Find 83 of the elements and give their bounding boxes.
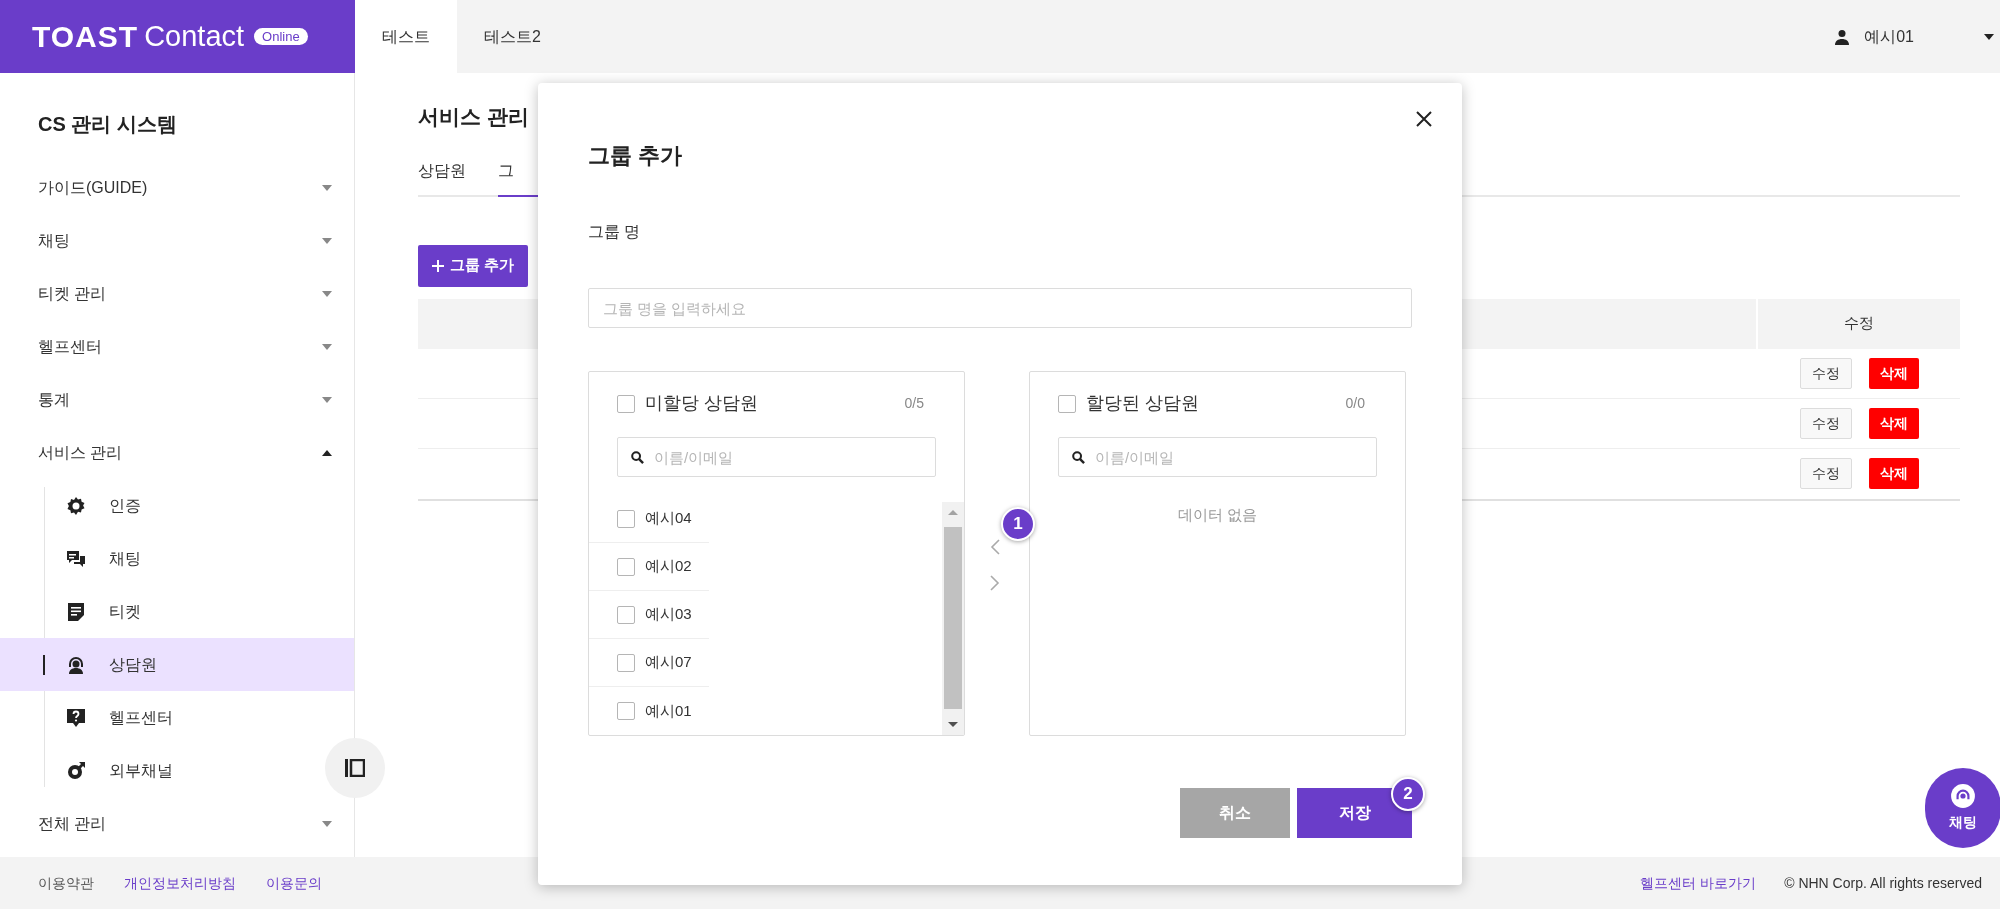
copyright-text: © NHN Corp. All rights reserved	[1784, 873, 1982, 893]
person-icon	[66, 654, 86, 675]
sidebar-title: CS 관리 시스템	[37, 112, 178, 137]
submenu-item[interactable]: 인증	[0, 479, 320, 532]
online-badge: Online	[254, 28, 308, 45]
checkbox[interactable]	[617, 605, 635, 624]
footer-link[interactable]: 개인정보처리방침	[124, 872, 236, 894]
document-icon	[66, 601, 86, 622]
header-tab[interactable]: 테스트	[355, 0, 457, 73]
delete-button[interactable]: 삭제	[1869, 407, 1919, 439]
header-tab[interactable]: 테스트2	[457, 0, 568, 73]
user-name[interactable]: 예시01	[1864, 24, 1914, 49]
logo-product: Contact	[144, 22, 245, 51]
footer-link[interactable]: 이용약관	[38, 872, 94, 894]
sidebar-item[interactable]: 전체 관리	[38, 811, 107, 836]
scrollbar[interactable]	[942, 502, 964, 735]
step-badge: 2	[1391, 777, 1425, 811]
page-title: 서비스 관리	[418, 104, 529, 130]
delete-button[interactable]: 삭제	[1869, 458, 1919, 489]
caret-down-icon[interactable]	[322, 343, 332, 350]
chevron-right-icon[interactable]	[990, 575, 1000, 591]
list-item[interactable]: 예시04	[645, 507, 692, 530]
edit-button[interactable]: 수정	[1800, 458, 1852, 489]
caret-down-icon[interactable]	[322, 184, 332, 191]
chat-bubbles-icon	[66, 548, 86, 569]
list-item[interactable]: 예시01	[645, 699, 692, 723]
edit-button[interactable]: 수정	[1800, 357, 1852, 389]
search-icon	[1072, 451, 1085, 464]
delete-button[interactable]: 삭제	[1869, 357, 1919, 389]
search-field[interactable]: 이름/이메일	[1058, 437, 1377, 477]
checkbox[interactable]	[1058, 394, 1076, 413]
caret-down-icon[interactable]	[322, 290, 332, 297]
headset-icon	[1950, 783, 1976, 809]
chat-button[interactable]: 채팅	[1925, 768, 2000, 848]
panel-title: 할당된 상담원	[1086, 392, 1199, 415]
search-field[interactable]: 이름/이메일	[617, 437, 936, 477]
page-tab[interactable]: 상담원	[418, 152, 466, 197]
sidebar-item[interactable]: 채팅	[38, 228, 70, 253]
submenu-item[interactable]: 채팅	[0, 532, 320, 585]
submenu-item[interactable]: 상담원	[0, 638, 354, 691]
caret-down-icon[interactable]	[322, 237, 332, 244]
group-name-field[interactable]: 그룹 명을 입력하세요	[588, 288, 1412, 328]
panel-icon	[345, 759, 365, 777]
list-item[interactable]: 예시07	[645, 651, 692, 674]
chevron-left-icon[interactable]	[990, 539, 1000, 555]
close-icon[interactable]	[1416, 111, 1432, 127]
list-item[interactable]: 예시02	[645, 555, 692, 578]
add-group-button[interactable]: 그룹 추가	[418, 244, 529, 287]
logo-wordmark: TOAST	[32, 21, 139, 52]
count-text: 0/5	[904, 394, 924, 413]
checkbox[interactable]	[617, 557, 635, 576]
empty-message: 데이터 없음	[1177, 506, 1258, 523]
modal-title: 그룹 추가	[588, 145, 684, 167]
gear-icon	[66, 495, 86, 516]
checkbox[interactable]	[617, 702, 635, 720]
edit-button[interactable]: 수정	[1800, 407, 1852, 439]
help-center-link[interactable]: 헬프센터 바로가기	[1640, 872, 1757, 894]
user-icon	[1834, 28, 1851, 45]
caret-up-icon[interactable]	[322, 449, 332, 456]
sidebar-item[interactable]: 헬프센터	[38, 334, 102, 359]
sidebar-item[interactable]: 티켓 관리	[38, 281, 107, 306]
plus-icon	[432, 259, 444, 272]
checkbox[interactable]	[617, 653, 635, 672]
caret-down-icon[interactable]	[322, 820, 332, 827]
checkbox[interactable]	[617, 394, 635, 413]
column-header: 수정	[1843, 313, 1875, 334]
caret-icon[interactable]	[1984, 33, 1994, 40]
submenu-item[interactable]: 외부채널	[0, 744, 320, 797]
panel-title: 미할당 상담원	[645, 392, 758, 415]
count-text: 0/0	[1345, 394, 1365, 413]
caret-down-icon[interactable]	[322, 396, 332, 403]
submenu-item[interactable]: 헬프센터	[0, 691, 320, 744]
list-item[interactable]: 예시03	[645, 603, 692, 626]
field-label: 그룹 명	[588, 222, 642, 242]
step-badge: 1	[1001, 507, 1035, 541]
question-bubble-icon	[66, 707, 86, 728]
submenu-item[interactable]: 티켓	[0, 585, 320, 638]
sidebar-item[interactable]: 서비스 관리	[38, 440, 123, 465]
search-icon	[631, 451, 644, 464]
sidebar-item[interactable]: 가이드(GUIDE)	[38, 175, 148, 200]
sidebar-item[interactable]: 통계	[38, 387, 70, 412]
footer-link[interactable]: 이용문의	[266, 872, 322, 894]
checkbox[interactable]	[617, 509, 635, 528]
